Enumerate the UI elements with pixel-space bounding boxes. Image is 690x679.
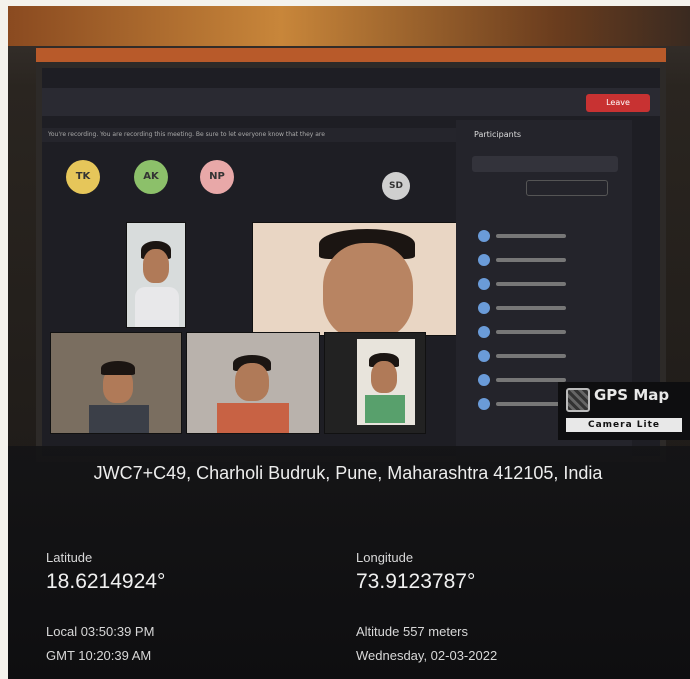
participant-name (496, 282, 566, 286)
participant-name (496, 258, 566, 262)
participant-item[interactable] (478, 326, 614, 338)
participants-title: Participants (474, 130, 521, 139)
video-tile[interactable] (126, 222, 186, 328)
location-info-overlay: JWC7+C49, Charholi Budruk, Pune, Maharas… (8, 446, 690, 679)
person-shirt (135, 287, 179, 327)
recording-notice: You're recording. You are recording this… (42, 128, 478, 142)
participant-name (496, 402, 566, 406)
gps-badge-title: GPS Map (594, 386, 670, 404)
leave-button[interactable]: Leave (586, 94, 650, 112)
person-hair (101, 361, 135, 375)
participant-avatar (478, 302, 490, 314)
date: Wednesday, 02-03-2022 (356, 648, 498, 663)
address: JWC7+C49, Charholi Budruk, Pune, Maharas… (93, 463, 603, 483)
video-tile[interactable] (50, 332, 182, 434)
avatar[interactable]: AK (134, 160, 168, 194)
latitude-value: 18.6214924° (46, 570, 166, 593)
video-tile[interactable] (186, 332, 320, 434)
person-face (323, 243, 413, 335)
participant-name (496, 378, 566, 382)
participant-name (496, 330, 566, 334)
participant-item[interactable] (478, 254, 614, 266)
map-icon (566, 388, 590, 412)
video-tile[interactable] (324, 332, 426, 434)
meeting-toolbar (42, 88, 660, 116)
local-time: Local 03:50:39 PM (46, 624, 155, 639)
latitude-label: Latitude (46, 550, 93, 565)
participant-name (496, 306, 566, 310)
participant-name (496, 234, 566, 238)
participant-avatar (478, 326, 490, 338)
gmt-time: GMT 10:20:39 AM (46, 648, 152, 663)
person-shirt (89, 405, 149, 433)
person-shirt (217, 403, 289, 433)
avatar[interactable]: NP (200, 160, 234, 194)
participant-item[interactable] (478, 230, 614, 242)
person-face (371, 361, 397, 393)
longitude-value: 73.9123787° (356, 570, 476, 593)
participant-avatar (478, 254, 490, 266)
person-shirt (365, 395, 405, 423)
participant-avatar (478, 374, 490, 386)
gps-badge-subtitle: Camera Lite (566, 418, 682, 432)
gps-map-camera-badge: GPS Map Camera Lite (558, 382, 690, 440)
participant-item[interactable] (478, 302, 614, 314)
altitude: Altitude 557 meters (356, 624, 469, 639)
participant-item[interactable] (478, 350, 614, 362)
participant-avatar (478, 350, 490, 362)
participant-item[interactable] (478, 278, 614, 290)
longitude-label: Longitude (356, 550, 414, 565)
desk-background (8, 6, 690, 46)
share-invite-button[interactable] (526, 180, 608, 196)
person-face (235, 363, 269, 401)
person-face (143, 249, 169, 283)
participant-name (496, 354, 566, 358)
participant-search[interactable] (472, 156, 618, 172)
participant-avatar (478, 230, 490, 242)
avatar[interactable]: TK (66, 160, 100, 194)
photo: Leave You're recording. You are recordin… (8, 6, 690, 679)
participant-avatar (478, 398, 490, 410)
avatar[interactable]: SD (382, 172, 410, 200)
participant-avatar (478, 278, 490, 290)
video-tile[interactable] (252, 222, 476, 336)
